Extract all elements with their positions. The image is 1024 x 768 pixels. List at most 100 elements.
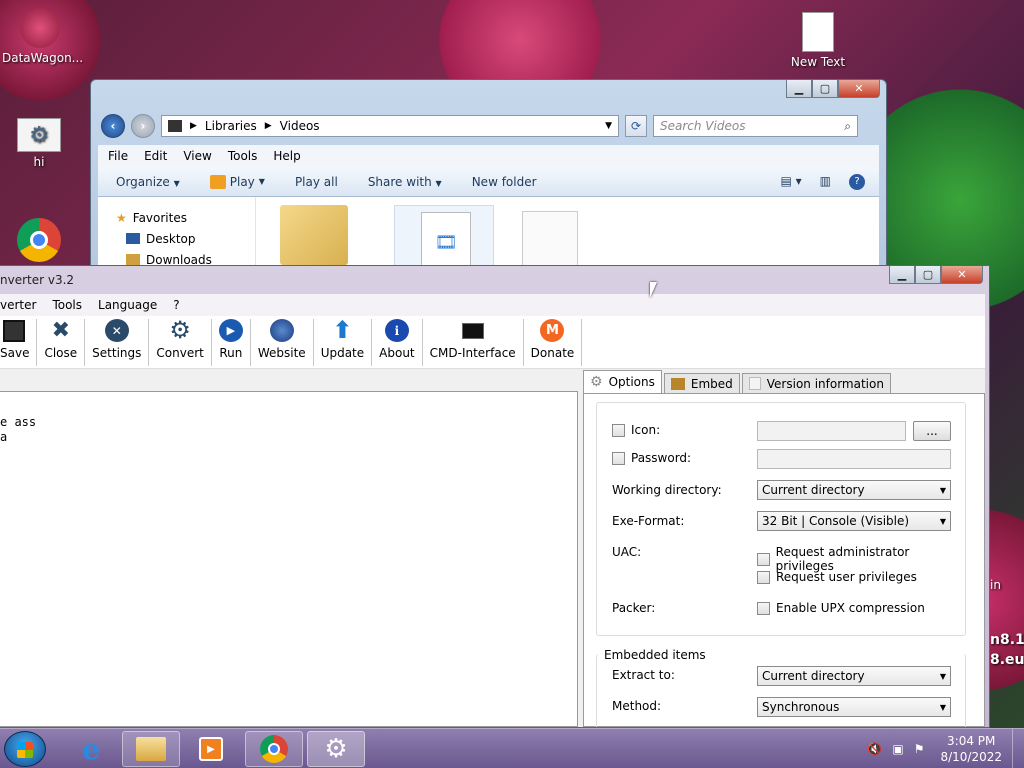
close-icon: ✖ (51, 317, 71, 343)
nav-item-favorites[interactable]: ★ Favorites (116, 207, 255, 228)
password-field[interactable] (757, 449, 951, 469)
address-bar[interactable]: ▶ Libraries ▶ Videos ▼ (161, 115, 619, 137)
menu-help[interactable]: Help (273, 149, 300, 163)
method-select[interactable]: Synchronous ▼ (757, 697, 951, 717)
icon-path-field[interactable] (757, 421, 906, 441)
icon-checkbox[interactable]: Icon: (612, 423, 660, 437)
show-desktop-button[interactable] (1012, 729, 1024, 768)
settings-button[interactable]: ✕ Settings (85, 319, 150, 366)
taskbar-chrome[interactable] (245, 731, 303, 767)
menu-tools[interactable]: Tools (52, 298, 82, 312)
exe-format-select[interactable]: 32 Bit | Console (Visible) ▼ (757, 511, 951, 531)
about-button[interactable]: i About (372, 319, 423, 366)
close-button[interactable]: ✕ (838, 80, 880, 98)
gear-icon: ⚙ (324, 734, 348, 764)
save-button[interactable]: Save (0, 319, 38, 366)
menu-view[interactable]: View (183, 149, 211, 163)
breadcrumb-videos[interactable]: Videos (280, 119, 320, 133)
taskbar-converter[interactable]: ⚙ (307, 731, 365, 767)
chevron-down-icon[interactable]: ▼ (605, 121, 612, 131)
network-icon[interactable]: ▣ (892, 742, 903, 756)
desktop-icon-datawagon[interactable]: DataWagon... (2, 8, 83, 65)
run-button[interactable]: ▶ Run (212, 319, 251, 366)
uac-user-checkbox[interactable]: Request user privileges (757, 570, 917, 584)
organize-button[interactable]: Organize ▼ (116, 175, 180, 189)
arrow-up-icon: ⬆ (332, 316, 353, 344)
checkbox[interactable] (757, 570, 770, 584)
donate-button[interactable]: M Donate (524, 319, 583, 366)
checkbox[interactable] (757, 552, 770, 566)
upx-checkbox[interactable]: Enable UPX compression (757, 601, 925, 615)
script-editor[interactable]: e ass a (0, 391, 578, 727)
converter-window[interactable]: nverter v3.2 ▁ ▢ ✕ verter Tools Language… (0, 265, 990, 728)
menu-file[interactable]: File (108, 149, 128, 163)
maximize-button[interactable]: ▢ (812, 80, 838, 98)
clock[interactable]: 3:04 PM 8/10/2022 (930, 733, 1012, 765)
blank-file-icon (522, 211, 578, 271)
update-button[interactable]: ⬆ Update (314, 316, 373, 366)
browse-button[interactable]: ... (913, 421, 951, 441)
taskbar-media-player[interactable]: ▶ (182, 731, 240, 767)
datawagon-icon (20, 8, 60, 48)
libraries-icon (168, 120, 182, 132)
website-button[interactable]: Website (251, 319, 314, 366)
text-document-icon (802, 12, 834, 52)
folder-icon (280, 205, 348, 265)
uac-label: UAC: (612, 545, 642, 559)
menu-edit[interactable]: Edit (144, 149, 167, 163)
working-directory-select[interactable]: Current directory ▼ (757, 480, 951, 500)
minimize-button[interactable]: ▁ (786, 80, 812, 98)
taskbar-ie[interactable]: e (62, 731, 120, 767)
extract-to-select[interactable]: Current directory ▼ (757, 666, 951, 686)
play-button[interactable]: Play ▼ (209, 174, 265, 189)
maximize-button[interactable]: ▢ (915, 266, 941, 284)
start-button[interactable] (4, 731, 46, 767)
volume-muted-icon[interactable]: 🔇 (867, 742, 882, 756)
window-controls: ▁ ▢ ✕ (786, 80, 880, 98)
refresh-button[interactable]: ⟳ (625, 115, 647, 137)
action-center-icon[interactable]: ⚑ (914, 742, 925, 756)
convert-button[interactable]: ⚙ Convert (149, 316, 212, 366)
desktop-icon-new-text[interactable]: New Text (782, 12, 854, 69)
taskbar-explorer[interactable] (122, 731, 180, 767)
view-options-icon[interactable]: ▤ ▾ (780, 174, 801, 190)
help-icon[interactable]: ? (849, 173, 865, 190)
menu-converter[interactable]: verter (0, 298, 36, 312)
menu-language[interactable]: Language (98, 298, 157, 312)
tab-embed[interactable]: Embed (663, 373, 740, 393)
search-input[interactable]: Search Videos ⌕ (653, 115, 858, 137)
breadcrumb-libraries[interactable]: Libraries (205, 119, 257, 133)
gear-icon: ⚙ (17, 118, 61, 152)
back-button[interactable]: ‹ (101, 114, 125, 138)
minimize-button[interactable]: ▁ (889, 266, 915, 284)
menu-tools[interactable]: Tools (228, 149, 258, 163)
desktop-icon-hi[interactable]: ⚙ hi (16, 118, 62, 169)
system-tray: 🔇 ▣ ⚑ 3:04 PM 8/10/2022 (867, 729, 1024, 768)
close-button[interactable]: ✕ (941, 266, 983, 284)
menu-help[interactable]: ? (173, 298, 179, 312)
editor-line: a (0, 430, 8, 444)
new-folder-button[interactable]: New folder (472, 175, 537, 189)
tab-options[interactable]: ⚙ Options (583, 370, 662, 393)
uac-admin-checkbox[interactable]: Request administrator privileges (757, 545, 965, 573)
close-file-button[interactable]: ✖ Close (37, 317, 86, 366)
explorer-window[interactable]: ▁ ▢ ✕ ‹ › ▶ Libraries ▶ Videos ▼ ⟳ Searc… (90, 79, 887, 279)
tab-version-information[interactable]: Version information (741, 373, 891, 393)
checkbox[interactable] (612, 451, 625, 465)
terminal-icon (461, 319, 485, 342)
cmd-interface-button[interactable]: CMD-Interface (423, 319, 524, 366)
checkbox[interactable] (757, 601, 770, 615)
search-icon: ⌕ (844, 118, 851, 133)
play-all-button[interactable]: Play all (295, 175, 338, 189)
desktop-icon-chrome[interactable] (16, 218, 62, 265)
menu-bar: verter Tools Language ? (0, 294, 985, 316)
preview-pane-icon[interactable]: ▥ (820, 174, 831, 190)
menu-bar: File Edit View Tools Help (98, 145, 879, 167)
gear-icon: ⚙ (169, 316, 191, 344)
forward-button[interactable]: › (131, 114, 155, 138)
share-with-button[interactable]: Share with ▼ (368, 175, 442, 189)
nav-item-desktop[interactable]: Desktop (116, 228, 255, 249)
checkbox[interactable] (612, 423, 625, 437)
chrome-icon (260, 735, 288, 763)
password-checkbox[interactable]: Password: (612, 451, 691, 465)
